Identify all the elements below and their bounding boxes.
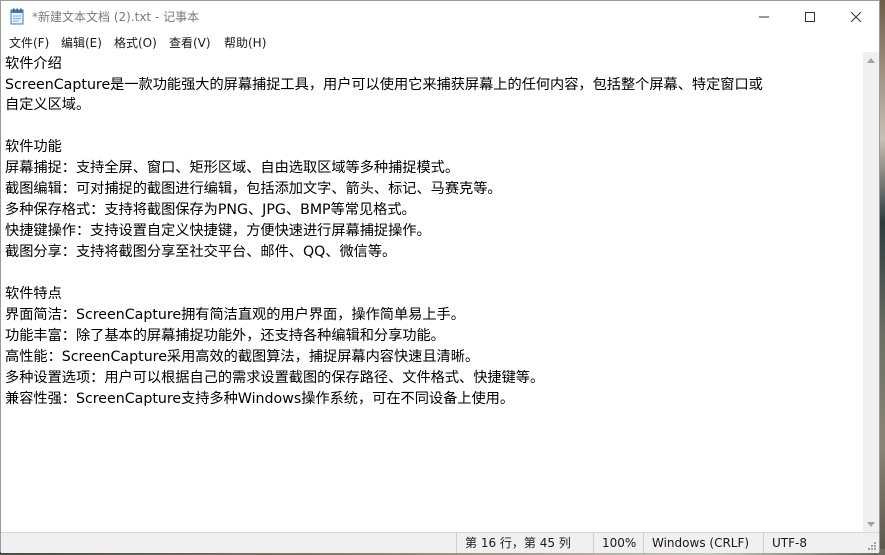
window-title: *新建文本文档 (2).txt - 记事本 [32, 10, 200, 24]
vertical-scrollbar[interactable] [863, 52, 879, 532]
scroll-up-button[interactable] [863, 52, 879, 68]
title-bar[interactable]: *新建文本文档 (2).txt - 记事本 [1, 1, 879, 32]
text-line: 截图编辑：可对捕捉的截图进行编辑，包括添加文字、箭头、标记、马赛克等。 [5, 181, 502, 197]
text-line: 屏幕捕捉：支持全屏、窗口、矩形区域、自由选取区域等多种捕捉模式。 [5, 160, 460, 176]
minimize-icon [759, 16, 769, 17]
text-line: 多种保存格式：支持将截图保存为PNG、JPG、BMP等常见格式。 [5, 202, 416, 218]
text-line: 快捷键操作：支持设置自定义快捷键，方便快速进行屏幕捕捉操作。 [5, 223, 431, 239]
text-line: 自定义区域。 [5, 97, 91, 113]
status-bar: 第 16 行，第 45 列 100% Windows (CRLF) UTF-8 [1, 532, 879, 553]
status-encoding: UTF-8 [763, 533, 807, 553]
text-line: 截图分享：支持将截图分享至社交平台、邮件、QQ、微信等。 [5, 244, 397, 260]
notepad-icon [10, 8, 24, 25]
text-line: 高性能：ScreenCapture采用高效的截图算法，捕捉屏幕内容快速且清晰。 [5, 349, 480, 365]
menu-help[interactable]: 帮助(H) [224, 34, 266, 51]
text-line: 软件介绍 [5, 56, 62, 72]
scroll-up-icon [867, 57, 875, 63]
text-line: ScreenCapture是一款功能强大的屏幕捕捉工具，用户可以使用它来捕获屏幕… [5, 77, 763, 93]
menu-view[interactable]: 查看(V) [169, 34, 211, 51]
text-line: 界面简洁：ScreenCapture拥有简洁直观的用户界面，操作简单易上手。 [5, 307, 465, 323]
text-editor[interactable]: 软件介绍 ScreenCapture是一款功能强大的屏幕捕捉工具，用户可以使用它… [1, 52, 863, 532]
maximize-button[interactable] [787, 1, 833, 32]
scroll-down-button[interactable] [863, 516, 879, 532]
resize-grip-icon[interactable] [865, 539, 877, 551]
notepad-window: *新建文本文档 (2).txt - 记事本 文件(F) 编辑(E) 格式(O) … [0, 0, 880, 553]
status-line-ending: Windows (CRLF) [643, 533, 749, 553]
text-line: 功能丰富：除了基本的屏幕捕捉功能外，还支持各种编辑和分享功能。 [5, 328, 445, 344]
menu-file[interactable]: 文件(F) [9, 34, 49, 51]
status-cursor-position: 第 16 行，第 45 列 [456, 533, 571, 553]
text-line: 兼容性强：ScreenCapture支持多种Windows操作系统，可在不同设备… [5, 391, 515, 407]
menu-format[interactable]: 格式(O) [114, 34, 157, 51]
close-button[interactable] [833, 1, 879, 32]
text-line: 软件功能 [5, 139, 62, 155]
text-line: 软件特点 [5, 286, 62, 302]
minimize-button[interactable] [741, 1, 787, 32]
scroll-down-icon [867, 521, 875, 527]
maximize-icon [805, 11, 815, 22]
menu-edit[interactable]: 编辑(E) [61, 34, 102, 51]
text-line: 多种设置选项：用户可以根据自己的需求设置截图的保存路径、文件格式、快捷键等。 [5, 370, 545, 386]
close-icon [851, 11, 861, 22]
menu-bar: 文件(F) 编辑(E) 格式(O) 查看(V) 帮助(H) [1, 32, 879, 52]
status-zoom: 100% [593, 533, 636, 553]
